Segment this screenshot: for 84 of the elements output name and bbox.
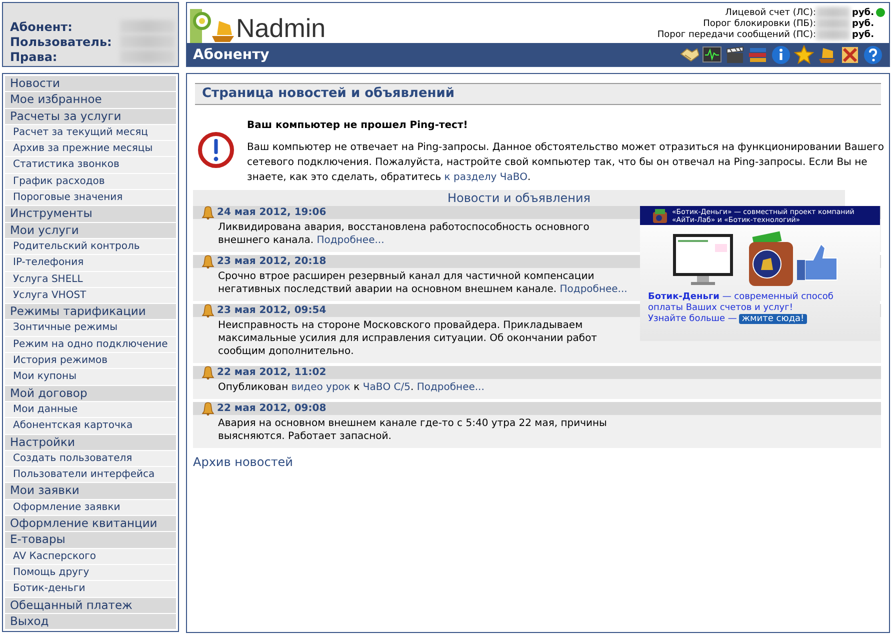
menu-item[interactable]: Е-товары <box>5 532 176 548</box>
submenu-item[interactable]: Зонтичные режимы <box>5 320 176 336</box>
bell-icon <box>201 205 215 220</box>
warning-icon <box>197 130 235 168</box>
link[interactable]: к разделу ЧаВО <box>444 172 528 183</box>
clapperboard-icon[interactable] <box>725 44 745 64</box>
menu-item[interactable]: Мои услуги <box>5 222 176 238</box>
banner-text: Узнайте больше — <box>648 314 737 324</box>
submenu-item[interactable]: Расчет за текущий месяц <box>5 124 176 140</box>
logo-text: Nadmin <box>236 13 326 43</box>
news-date: 24 мая 2012, 19:06 <box>217 207 326 218</box>
news-date: 22 мая 2012, 09:08 <box>217 403 326 414</box>
monitor-icon[interactable] <box>702 44 722 64</box>
info-icon[interactable] <box>771 44 791 64</box>
field-label: Лицевой счет (ЛС): <box>725 8 816 18</box>
news-date: 23 мая 2012, 09:54 <box>217 305 326 316</box>
link[interactable]: ЧаВО С/5 <box>362 382 410 393</box>
bell-icon <box>201 401 215 416</box>
submenu-item[interactable]: Пользователи интерфейса <box>5 467 176 482</box>
news-text: Неисправность на стороне Московского провайдера. Прикладываем максимальные усилия для исправления ситуации. Об окончании работ сообщим дополнительно. <box>218 319 598 358</box>
menu-item[interactable]: Обещанный платеж <box>5 598 176 613</box>
submenu-item[interactable]: Ботик-деньги <box>5 581 176 596</box>
menu-item[interactable]: Режимы тарификации <box>5 304 176 320</box>
link[interactable]: Подробнее... <box>416 382 484 393</box>
news-text: Срочно втрое расширен резервный канал для частичной компенсации негативных последствий аварии на основном внешнем канале. Подробнее... <box>218 270 628 296</box>
field-label: Пользователь: <box>10 34 113 48</box>
submenu-item[interactable]: Режим на одно подключение <box>5 336 176 352</box>
currency-label: руб. <box>852 30 876 40</box>
link[interactable]: Подробнее... <box>560 284 628 295</box>
submenu-item[interactable]: Мои данные <box>5 402 176 418</box>
archive-link[interactable]: Архив новостей <box>193 455 293 469</box>
redacted-value <box>816 18 850 29</box>
bell-icon <box>201 303 215 318</box>
page-title: Страница новостей и объявлений <box>195 83 881 105</box>
wallet-icon <box>652 208 668 224</box>
submenu-item[interactable]: Мои купоны <box>5 369 176 385</box>
bell-icon <box>201 365 215 380</box>
menu-item[interactable]: Мое избранное <box>5 92 176 108</box>
menu-item[interactable]: Выход <box>5 614 176 630</box>
field-label: Порог блокировки (ПБ): <box>703 18 816 28</box>
submenu-item[interactable]: Абонентская карточка <box>5 418 176 434</box>
field-label: Абонент: <box>10 20 74 34</box>
banner-button[interactable]: жмите сюда! <box>738 314 808 324</box>
currency-label: руб. <box>852 8 876 18</box>
alert-message: Ваш компьютер не отвечает на Ping-запросы. Данное обстоятельство может отразиться на функционировании Вашего сетевого подключения. Пожалуйста, настройте свой компьютер так, что бы он отвечал на Ping-запросы. Если Вы не знаете, как это сделать, обратитесь к разделу ЧаВО. <box>247 141 886 185</box>
link[interactable]: Подробнее... <box>316 235 384 246</box>
submenu-item[interactable]: Оформление заявки <box>5 500 176 516</box>
redacted-value <box>816 29 850 40</box>
submenu-item[interactable]: IP-телефония <box>5 255 176 271</box>
submenu-item[interactable]: Помощь другу <box>5 564 176 580</box>
currency-label: руб. <box>852 18 876 28</box>
news-text: Авария на основном внешнем канале где-то с 5:40 утра 22 мая, причины выясняются. Работает запасной. <box>218 417 608 443</box>
news-text: Опубликован видео урок к ЧаВО С/5. Подробнее... <box>218 381 486 394</box>
link[interactable]: видео урок <box>291 382 350 393</box>
menu-item[interactable]: Расчеты за услуги <box>5 108 176 124</box>
submenu-item[interactable]: Услуга VHOST <box>5 288 176 304</box>
banner-text: Ботик-Деньги — современный способ оплаты Ваших счетов и услуг! <box>648 292 834 314</box>
news-date: 22 мая 2012, 11:02 <box>217 367 326 378</box>
help-icon[interactable] <box>863 44 883 64</box>
news-heading: Новости и объявления <box>193 190 845 206</box>
bell-icon <box>201 254 215 269</box>
submenu-item[interactable]: Пороговые значения <box>5 190 176 206</box>
field-label: Права: <box>10 50 58 64</box>
menu-item[interactable]: Оформление квитанции <box>5 516 176 532</box>
news-text: Ликвидирована авария, восстановлена работоспособность основного внешнего канала. Подробнее... <box>218 221 590 247</box>
section-title: Абоненту <box>193 46 270 62</box>
submenu-item[interactable]: История режимов <box>5 353 176 368</box>
field-label: Порог передачи сообщений (ПС): <box>657 30 816 40</box>
submenu-item[interactable]: Услуга SHELL <box>5 272 176 287</box>
menu-item[interactable]: Настройки <box>5 434 176 450</box>
menu-item[interactable]: Новости <box>5 76 176 92</box>
redacted-value <box>816 7 850 18</box>
menu-item[interactable]: Инструменты <box>5 206 176 222</box>
menu-item[interactable]: Мой договор <box>5 386 176 401</box>
submenu-item[interactable]: Создать пользователя <box>5 450 176 466</box>
submenu-item[interactable]: Статистика звонков <box>5 157 176 173</box>
alert-title: Ваш компьютер не прошел Ping-тест! <box>247 120 469 131</box>
menu-item[interactable]: Мои заявки <box>5 483 176 499</box>
submenu-item[interactable]: AV Касперского <box>5 548 176 564</box>
submenu-item[interactable]: Архив за прежние месяцы <box>5 141 176 156</box>
star-icon[interactable] <box>794 44 814 64</box>
submenu-item[interactable]: График расходов <box>5 174 176 190</box>
submenu-item[interactable]: Родительский контроль <box>5 238 176 254</box>
news-date: 23 мая 2012, 20:18 <box>217 256 326 267</box>
